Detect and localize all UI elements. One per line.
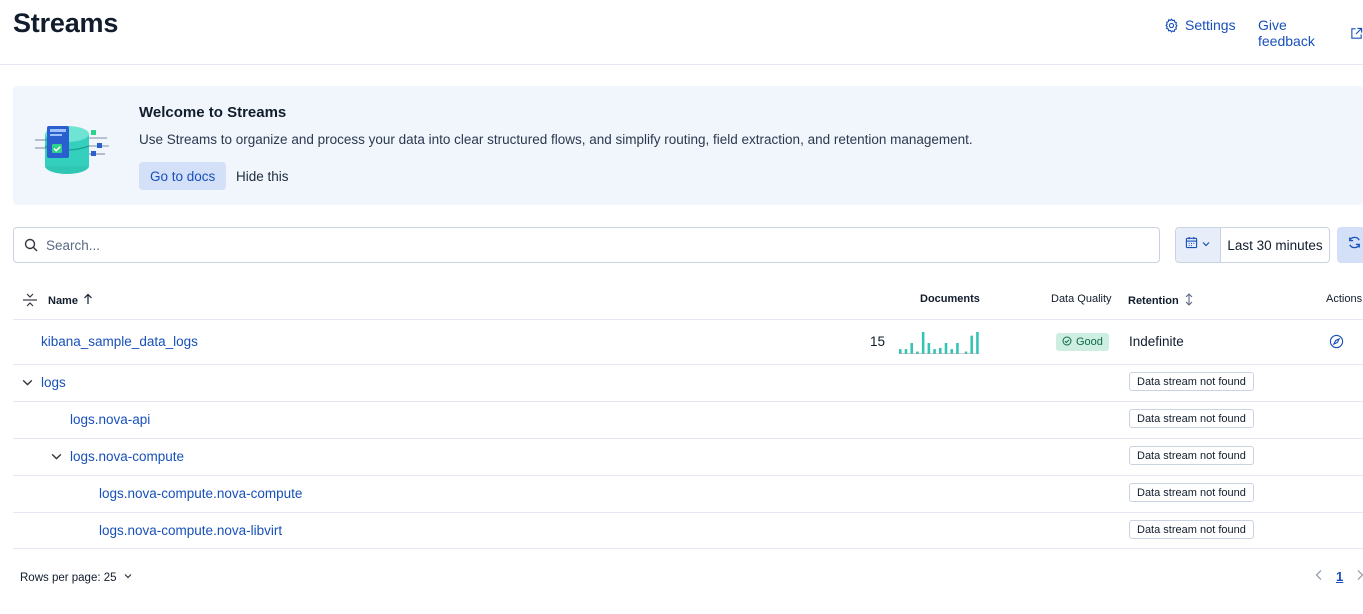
table-row: logs Data stream not found	[13, 365, 1363, 402]
sparkline-bar	[927, 343, 931, 354]
column-header-name-label: Name	[48, 294, 78, 307]
search-icon	[24, 238, 38, 257]
sort-ascending-icon	[83, 293, 93, 308]
status-badge: Data stream not found	[1129, 520, 1254, 539]
chevron-down-icon[interactable]	[50, 450, 63, 468]
table-row: kibana_sample_data_logs 15 Good Indefini…	[13, 320, 1363, 365]
refresh-icon	[1347, 235, 1362, 255]
stream-name-link[interactable]: logs.nova-api	[70, 412, 150, 427]
sort-icon	[1184, 293, 1194, 309]
table-row: logs.nova-compute Data stream not found	[13, 439, 1363, 476]
quick-select-button[interactable]	[1176, 228, 1221, 262]
sparkline-bar	[944, 343, 948, 354]
stream-name-link[interactable]: logs.nova-compute	[70, 449, 184, 464]
stream-name-link[interactable]: logs.nova-compute.nova-compute	[99, 486, 302, 501]
sparkline-bar	[956, 343, 959, 354]
stream-name-link[interactable]: logs	[41, 375, 66, 390]
stream-name-link[interactable]: kibana_sample_data_logs	[41, 334, 198, 349]
date-picker: Last 30 minutes	[1175, 227, 1330, 263]
status-badge: Data stream not found	[1129, 372, 1254, 391]
hide-callout-button[interactable]: Hide this	[236, 162, 289, 190]
column-header-name[interactable]: Name	[48, 293, 93, 308]
next-page-icon[interactable]	[1355, 569, 1363, 584]
external-link-icon	[1350, 27, 1363, 40]
sparkline-bar	[976, 332, 979, 354]
column-header-data-quality: Data Quality	[1051, 293, 1112, 305]
status-badge: Data stream not found	[1129, 446, 1254, 465]
table-row: logs.nova-compute.nova-libvirt Data stre…	[13, 513, 1363, 549]
sparkline-bar	[939, 347, 942, 354]
previous-page-icon[interactable]	[1314, 569, 1324, 584]
column-header-actions: Actions	[1326, 293, 1362, 305]
give-feedback-label: Give feedback	[1258, 17, 1315, 49]
compass-icon[interactable]	[1329, 334, 1344, 354]
sparkline-bar	[970, 335, 973, 354]
welcome-callout: Welcome to Streams Use Streams to organi…	[13, 86, 1363, 205]
pagination: 1	[1314, 569, 1363, 584]
column-header-actions-label: Actions	[1326, 293, 1363, 305]
page-header: Streams Settings Give feedback	[0, 0, 1363, 65]
data-quality-badge: Good	[1056, 333, 1109, 351]
collapse-all-icon[interactable]	[22, 292, 38, 313]
chevron-down-icon	[1201, 236, 1211, 254]
table-row: logs.nova-api Data stream not found	[13, 402, 1363, 439]
callout-text: Use Streams to organize and process your…	[139, 132, 973, 147]
chevron-down-icon	[123, 571, 133, 584]
go-to-docs-button[interactable]: Go to docs	[139, 162, 227, 190]
data-quality-label: Good	[1076, 336, 1103, 348]
settings-label: Settings	[1185, 17, 1236, 33]
stream-name-link[interactable]: logs.nova-compute.nova-libvirt	[99, 523, 282, 538]
settings-link[interactable]: Settings	[1164, 17, 1236, 33]
date-range-label[interactable]: Last 30 minutes	[1221, 228, 1329, 262]
document-count: 15	[870, 334, 886, 349]
page-title: Streams	[13, 8, 119, 38]
column-header-retention[interactable]: Retention	[1128, 293, 1194, 309]
check-circle-icon	[1062, 336, 1072, 349]
callout-title: Welcome to Streams	[139, 104, 287, 121]
rows-per-page-label: Rows per page: 25	[20, 571, 117, 584]
sparkline-bar	[921, 332, 925, 354]
column-header-retention-label: Retention	[1128, 295, 1179, 307]
rows-per-page-select[interactable]: Rows per page: 25	[20, 571, 133, 584]
table-row: logs.nova-compute.nova-compute Data stre…	[13, 476, 1363, 513]
refresh-button[interactable]	[1337, 227, 1363, 263]
calendar-icon	[1185, 236, 1198, 254]
streams-illustration-icon	[35, 120, 111, 176]
search-bar	[13, 227, 1160, 263]
gear-icon	[1164, 17, 1179, 33]
give-feedback-link[interactable]: Give feedback	[1258, 17, 1363, 49]
column-header-documents: Documents	[920, 293, 980, 305]
chevron-down-icon[interactable]	[21, 376, 34, 394]
column-header-data-quality-label: Data Quality	[1051, 293, 1112, 305]
page-number-button[interactable]: 1	[1336, 569, 1343, 584]
status-badge: Data stream not found	[1129, 483, 1254, 502]
status-badge: Data stream not found	[1129, 409, 1254, 428]
search-input[interactable]	[46, 228, 1146, 262]
retention-value: Indefinite	[1129, 334, 1184, 349]
documents-sparkline	[899, 332, 979, 354]
column-header-documents-label: Documents	[920, 293, 980, 305]
sparkline-bar	[910, 343, 913, 354]
